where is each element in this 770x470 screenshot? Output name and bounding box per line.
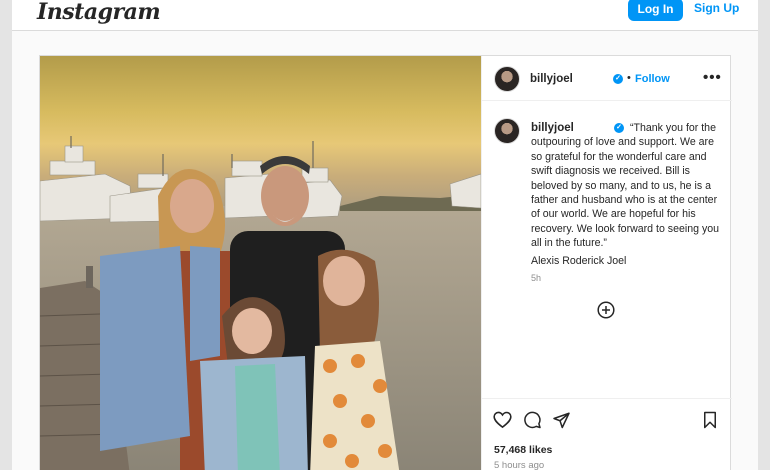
- more-options-icon[interactable]: •••: [703, 69, 722, 86]
- post-sidebar: billyjoel ✓ • Follow ••• “Thank you for …: [481, 56, 732, 470]
- right-margin: [758, 0, 770, 470]
- verified-badge-icon: ✓: [613, 74, 623, 84]
- heart-icon[interactable]: [493, 411, 512, 434]
- bookmark-icon[interactable]: [702, 411, 718, 434]
- post-card: billyjoel ✓ • Follow ••• “Thank you for …: [39, 55, 732, 470]
- action-bar: 57,468 likes 5 hours ago: [482, 398, 732, 470]
- post-timestamp[interactable]: 5 hours ago: [494, 460, 544, 470]
- comment-icon[interactable]: [523, 411, 542, 434]
- caption-text: “Thank you for the outpouring of love an…: [531, 122, 720, 250]
- avatar[interactable]: [494, 66, 520, 92]
- share-icon[interactable]: [552, 411, 571, 434]
- signup-link[interactable]: Sign Up: [694, 1, 739, 15]
- caption-signature: Alexis Roderick Joel: [531, 255, 627, 267]
- author-username[interactable]: billyjoel: [530, 73, 573, 85]
- separator-dot: •: [627, 72, 631, 84]
- post-photo[interactable]: [40, 56, 481, 470]
- top-navigation-bar: Instagram Log In Sign Up: [12, 0, 758, 31]
- post-header: billyjoel ✓ • Follow •••: [482, 56, 732, 101]
- follow-button[interactable]: Follow: [635, 73, 670, 85]
- left-margin: [0, 0, 12, 470]
- verified-badge-icon: ✓: [614, 123, 624, 133]
- likes-count[interactable]: 57,468 likes: [494, 444, 552, 456]
- login-button[interactable]: Log In: [628, 0, 683, 21]
- caption-timestamp: 5h: [531, 273, 542, 283]
- caption-avatar[interactable]: [494, 118, 520, 144]
- instagram-logo[interactable]: Instagram: [37, 0, 161, 25]
- caption-username[interactable]: billyjoel: [531, 122, 574, 134]
- plus-circle-icon[interactable]: [597, 301, 615, 324]
